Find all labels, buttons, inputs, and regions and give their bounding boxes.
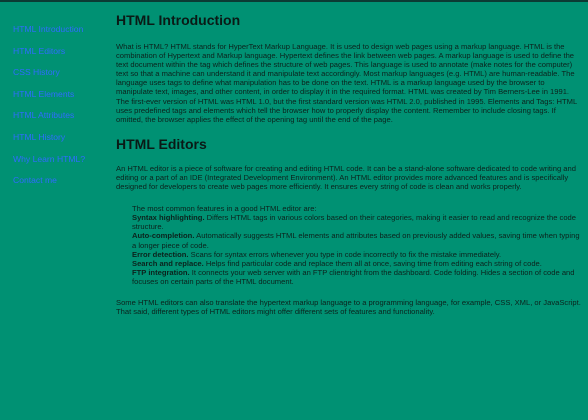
nav-link-html-elements[interactable]: HTML Elements (13, 89, 108, 99)
top-border (0, 0, 588, 2)
feature-term: Search and replace. (132, 258, 204, 268)
editors-closing-paragraph: Some HTML editors can also translate the… (116, 297, 581, 317)
nav-link-html-introduction[interactable]: HTML Introduction (13, 24, 108, 34)
intro-paragraph: What is HTML? HTML stands for HyperText … (116, 42, 577, 124)
nav-link-html-attributes[interactable]: HTML Attributes (13, 110, 108, 120)
nav-link-css-history[interactable]: CSS History (13, 67, 108, 77)
section-html-introduction: HTML Introduction What is HTML? HTML sta… (116, 12, 582, 124)
sidebar-nav: HTML Introduction HTML Editors CSS Histo… (13, 24, 108, 197)
features-intro: The most common features in a good HTML … (132, 204, 317, 214)
feature-term: FTP integration. (132, 267, 190, 277)
feature-description: Scans for syntax errors whenever you typ… (188, 249, 502, 259)
nav-link-contact-me[interactable]: Contact me (13, 175, 108, 185)
nav-link-html-history[interactable]: HTML History (13, 132, 108, 142)
section-html-editors: HTML Editors An HTML editor is a piece o… (116, 136, 582, 316)
editor-features-list: The most common features in a good HTML … (132, 204, 582, 286)
feature-item: FTP integration. It connects your web se… (132, 268, 582, 286)
feature-item: Syntax highlighting. Differs HTML tags i… (132, 213, 582, 231)
nav-link-html-editors[interactable]: HTML Editors (13, 46, 108, 56)
feature-item: Error detection. Scans for syntax errors… (132, 250, 582, 259)
editors-paragraph: An HTML editor is a piece of software fo… (116, 163, 576, 192)
feature-term: Syntax highlighting. (132, 213, 205, 223)
feature-item: Search and replace. Helps find particula… (132, 259, 582, 268)
feature-item: Auto-completion. Automatically suggests … (132, 231, 582, 249)
feature-term: Auto-completion. (132, 231, 195, 241)
nav-link-why-learn-html[interactable]: Why Learn HTML? (13, 154, 108, 164)
feature-term: Error detection. (132, 249, 189, 259)
section-title-html-introduction: HTML Introduction (116, 12, 241, 28)
feature-description: Helps find particular code and replace t… (203, 258, 542, 268)
main-content: HTML Introduction What is HTML? HTML sta… (116, 10, 582, 316)
feature-description: It connects your web server with an FTP … (132, 267, 575, 286)
section-title-html-editors: HTML Editors (116, 135, 207, 152)
feature-description: Automatically suggests HTML elements and… (132, 231, 580, 250)
